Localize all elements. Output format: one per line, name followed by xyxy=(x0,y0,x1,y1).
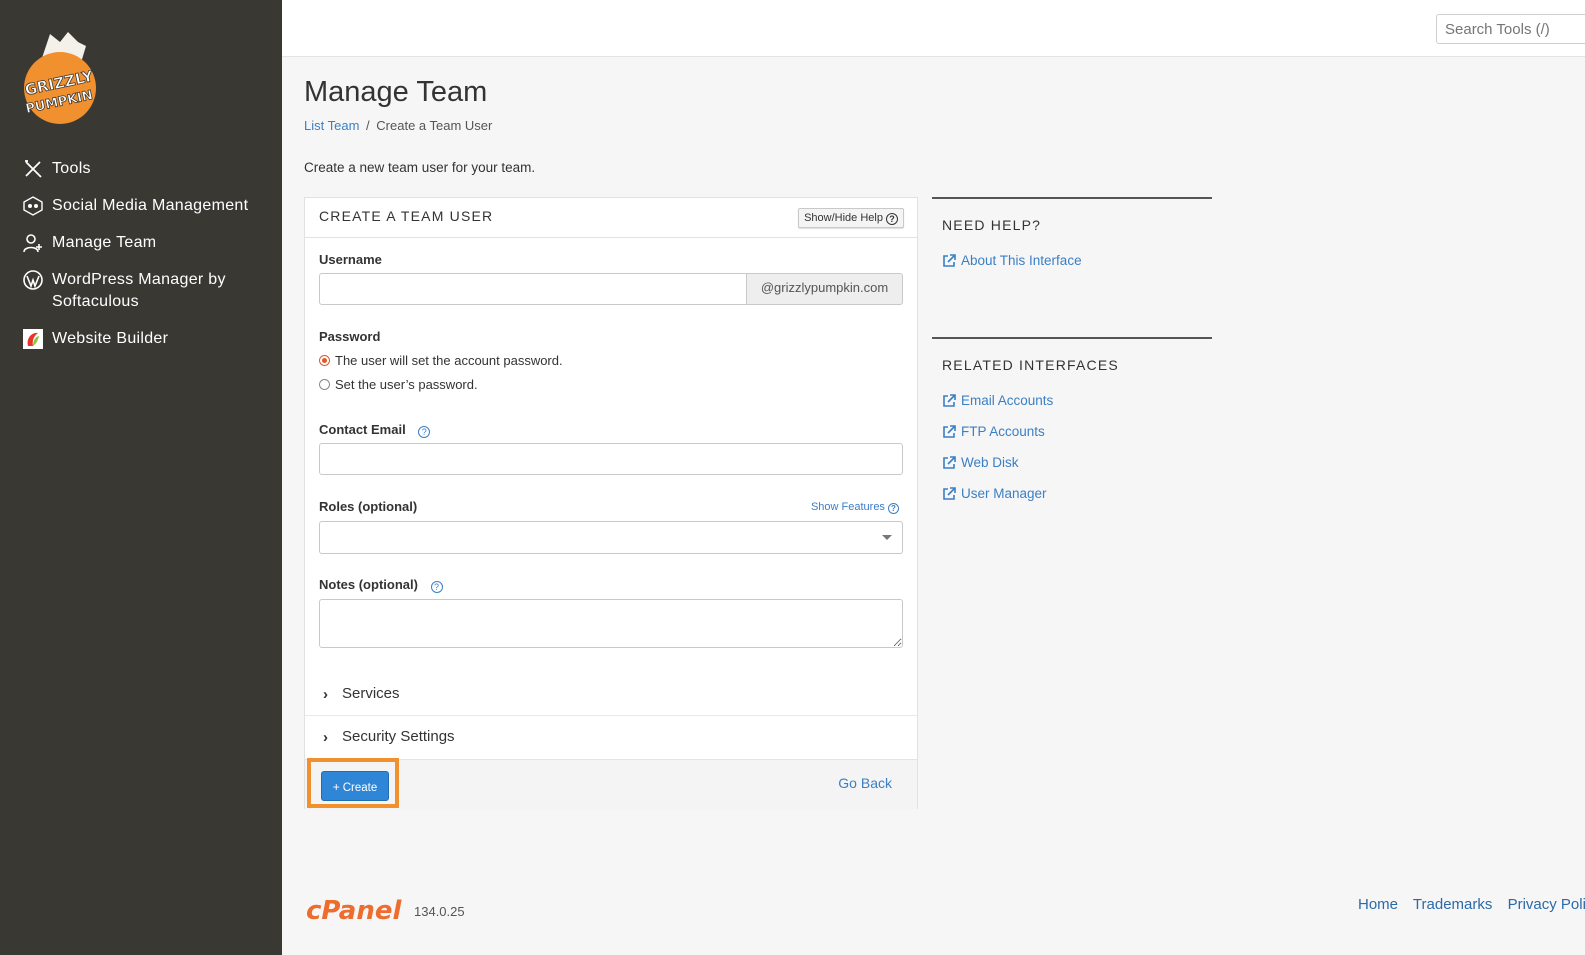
question-icon: ? xyxy=(888,503,899,514)
password-option-user-sets[interactable]: The user will set the account password. xyxy=(319,353,563,368)
web-disk-label: Web Disk xyxy=(961,455,1019,470)
email-accounts-link[interactable]: Email Accounts xyxy=(942,385,1212,416)
show-features-label: Show Features xyxy=(810,501,885,513)
dropdown-arrow-icon xyxy=(882,535,892,540)
security-settings-section-label: Security Settings xyxy=(342,728,455,745)
about-interface-label: About This Interface xyxy=(961,253,1082,268)
sidebar-item-label: Social Media Management xyxy=(52,197,249,214)
user-manager-label: User Manager xyxy=(961,486,1047,501)
cpanel-logo-text: cPanel xyxy=(306,896,402,925)
sidebar-item-website-builder[interactable]: Website Builder xyxy=(0,322,282,356)
radio-selected[interactable] xyxy=(319,355,330,366)
user-manager-link[interactable]: User Manager xyxy=(942,478,1212,509)
services-section-label: Services xyxy=(342,685,400,702)
show-hide-help-button[interactable]: Show/Hide Help ? xyxy=(798,208,904,228)
create-button-label: Create xyxy=(342,782,378,794)
need-help-title: NEED HELP? xyxy=(942,217,1042,233)
sidebar-item-label: Website Builder xyxy=(52,330,169,347)
password-option-set-password[interactable]: Set the user’s password. xyxy=(319,377,478,392)
plus-icon: + xyxy=(332,780,340,794)
breadcrumb-separator: / xyxy=(366,118,370,133)
create-button[interactable]: + Create xyxy=(321,771,389,801)
help-question-icon[interactable]: ? xyxy=(418,426,431,438)
services-section-toggle[interactable]: › Services xyxy=(305,673,917,715)
password-label: Password xyxy=(319,329,381,344)
breadcrumb: List Team / Create a Team User xyxy=(304,118,492,133)
related-interfaces-section: RELATED INTERFACES Email Accounts FTP Ac… xyxy=(932,337,1212,509)
contact-email-label-text: Contact Email xyxy=(319,422,406,437)
wordpress-icon xyxy=(23,270,43,290)
web-disk-link[interactable]: Web Disk xyxy=(942,447,1212,478)
sidebar-nav: Tools Social Media Management Manage Tea… xyxy=(0,152,282,359)
username-label: Username xyxy=(319,252,382,267)
chevron-right-icon: › xyxy=(323,686,328,703)
page-title: Manage Team xyxy=(304,76,488,108)
top-bar xyxy=(282,0,1585,57)
sidebar-item-label: Manage Team xyxy=(52,234,157,251)
domain-suffix: @grizzlypumpkin.com xyxy=(746,273,903,305)
sidebar: GRIZZLY PUMPKIN Tools Social Media Manag… xyxy=(0,0,282,955)
radio-unselected[interactable] xyxy=(319,379,330,390)
create-team-user-panel: CREATE A TEAM USER Show/Hide Help ? User… xyxy=(304,197,918,809)
tools-icon xyxy=(25,160,42,178)
social-media-icon xyxy=(23,196,43,216)
security-settings-section-toggle[interactable]: › Security Settings xyxy=(305,715,917,757)
panel-header: CREATE A TEAM USER Show/Hide Help ? xyxy=(305,198,917,238)
email-accounts-label: Email Accounts xyxy=(961,393,1054,408)
panel-title: CREATE A TEAM USER xyxy=(319,208,494,224)
external-link-icon xyxy=(943,253,956,267)
team-icon xyxy=(23,234,42,253)
notes-textarea[interactable] xyxy=(319,599,903,648)
contact-email-label: Contact Email ? xyxy=(319,422,431,438)
ftp-accounts-label: FTP Accounts xyxy=(961,424,1045,439)
notes-label: Notes (optional) ? xyxy=(319,577,443,593)
sidebar-item-social-media[interactable]: Social Media Management xyxy=(0,189,282,223)
sidebar-item-label: WordPress Manager by Softaculous xyxy=(52,271,226,310)
website-builder-icon xyxy=(23,329,43,349)
breadcrumb-current: Create a Team User xyxy=(376,118,493,133)
create-button-highlight: + Create xyxy=(307,758,399,808)
sidebar-item-label: Tools xyxy=(52,160,91,177)
external-link-icon xyxy=(943,486,956,500)
ftp-accounts-link[interactable]: FTP Accounts xyxy=(942,416,1212,447)
search-tools-input[interactable] xyxy=(1436,14,1585,44)
chevron-right-icon: › xyxy=(323,729,328,746)
related-interfaces-title: RELATED INTERFACES xyxy=(942,357,1119,373)
password-option-label: The user will set the account password. xyxy=(335,353,563,368)
help-question-icon[interactable]: ? xyxy=(430,581,443,593)
intro-text: Create a new team user for your team. xyxy=(304,160,536,175)
question-icon: ? xyxy=(886,213,898,225)
external-link-icon xyxy=(943,455,956,469)
footer-links: Home Trademarks Privacy Policy xyxy=(1358,896,1585,913)
footer-home-link[interactable]: Home xyxy=(1358,896,1398,913)
contact-email-input[interactable] xyxy=(319,443,903,475)
roles-select[interactable] xyxy=(319,521,903,554)
sidebar-item-tools[interactable]: Tools xyxy=(0,152,282,186)
roles-label: Roles (optional) xyxy=(319,499,418,514)
sidebar-item-manage-team[interactable]: Manage Team xyxy=(0,226,282,260)
version-number: 134.0.25 xyxy=(414,904,465,919)
username-input[interactable] xyxy=(319,273,747,305)
need-help-section: NEED HELP? About This Interface xyxy=(932,197,1212,337)
external-link-icon xyxy=(943,424,956,438)
sidebar-item-wordpress-manager[interactable]: WordPress Manager by Softaculous xyxy=(0,263,282,319)
footer-trademarks-link[interactable]: Trademarks xyxy=(1413,896,1492,913)
cpanel-logo[interactable]: cPanel xyxy=(304,895,414,925)
breadcrumb-list-team-link[interactable]: List Team xyxy=(304,118,359,133)
about-interface-link[interactable]: About This Interface xyxy=(942,245,1212,276)
show-hide-help-label: Show/Hide Help xyxy=(804,212,883,224)
password-option-label: Set the user’s password. xyxy=(335,377,478,392)
show-features-link[interactable]: Show Features ? xyxy=(811,501,899,514)
notes-label-text: Notes (optional) xyxy=(319,577,418,592)
external-link-icon xyxy=(943,393,956,407)
grizzly-pumpkin-logo[interactable]: GRIZZLY PUMPKIN xyxy=(20,28,100,128)
footer-privacy-link[interactable]: Privacy Policy xyxy=(1508,896,1585,913)
go-back-link[interactable]: Go Back xyxy=(838,775,892,791)
